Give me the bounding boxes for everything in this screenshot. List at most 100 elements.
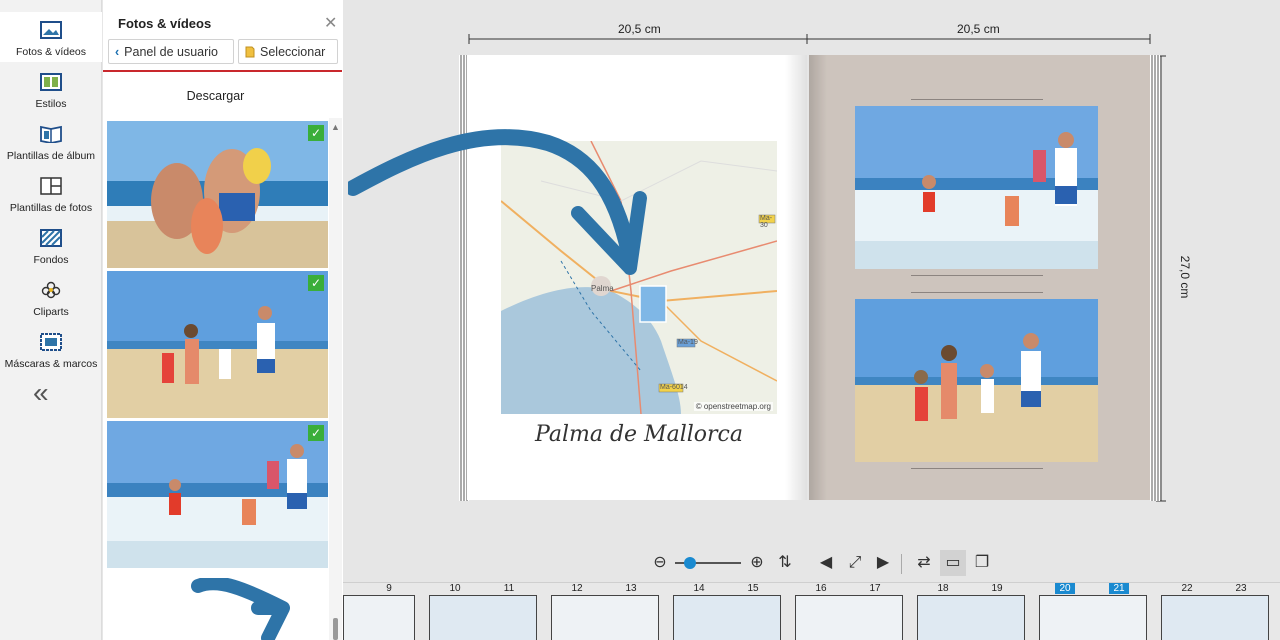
filmstrip-spread[interactable] [429, 595, 537, 640]
nav-item-photos[interactable]: Fotos & vídeos [0, 12, 102, 62]
page-number: 18 [937, 583, 949, 594]
map-road-label: Ma-19 [678, 339, 698, 346]
nav-item-styles[interactable]: Estilos [0, 64, 102, 114]
nav-label: Plantillas de fotos [9, 202, 93, 214]
nav-label: Máscaras & marcos [4, 358, 98, 370]
left-nav: Fotos & vídeos Estilos Plantillas de álb… [0, 0, 102, 640]
beach-photo-1 [107, 121, 328, 268]
divider-line [911, 99, 1043, 100]
page-number: 14 [693, 583, 705, 594]
next-page-icon[interactable]: ▶ [870, 550, 896, 576]
page-number: 20 [1055, 583, 1075, 594]
width-left-label: 20,5 cm [614, 22, 665, 36]
selected-check-icon: ✓ [308, 425, 324, 441]
filmstrip-spread[interactable] [795, 595, 903, 640]
page-number: 21 [1109, 583, 1129, 594]
filmstrip-spread[interactable] [917, 595, 1025, 640]
filmstrip-spread[interactable] [343, 595, 415, 640]
nav-item-masks-frames[interactable]: Máscaras & marcos [0, 324, 102, 374]
beach-photo-3 [107, 421, 328, 568]
select-label: Seleccionar [260, 44, 326, 59]
album-editor: 20,5 cm 20,5 cm 27,0 cm Palma Ma-30 Ma-1… [343, 0, 1280, 580]
nav-label: Fotos & vídeos [15, 46, 87, 58]
clipart-icon [41, 281, 61, 299]
nav-label: Plantillas de álbum [6, 150, 96, 162]
zoom-slider-handle[interactable] [684, 557, 696, 569]
filmstrip-spread[interactable] [1161, 595, 1269, 640]
map-road-label: Ma-6014 [660, 384, 688, 391]
filmstrip-spread[interactable] [1039, 595, 1147, 640]
ruler-icon[interactable]: ▭ [940, 550, 966, 576]
scrollbar-thumb[interactable] [333, 618, 338, 640]
nav-item-backgrounds[interactable]: Fondos [0, 220, 102, 270]
page-number: 19 [991, 583, 1003, 594]
arrow-illustration [348, 129, 647, 275]
background-icon [40, 229, 62, 247]
selected-check-icon: ✓ [308, 125, 324, 141]
scroll-up-icon[interactable]: ▲ [331, 122, 340, 132]
album-template-icon [40, 125, 62, 143]
spine-shadow [809, 55, 827, 500]
page-number: 17 [869, 583, 881, 594]
select-button[interactable]: Seleccionar [238, 39, 338, 64]
nav-label: Fondos [33, 254, 69, 266]
page-number: 15 [747, 583, 759, 594]
nav-item-cliparts[interactable]: Cliparts [0, 272, 102, 322]
close-icon[interactable]: ✕ [324, 13, 337, 33]
beach-photo-walk [855, 299, 1098, 462]
previous-page-icon[interactable]: ◀ [813, 550, 839, 576]
masks-frames-icon [40, 333, 62, 351]
swap-pages-icon[interactable]: ⇄ [911, 550, 937, 576]
page-caption[interactable]: Palma de Mallorca [501, 422, 777, 447]
filmstrip-spread[interactable] [673, 595, 781, 640]
divider-line [911, 275, 1043, 276]
beach-photo-splash [855, 106, 1098, 269]
nav-label: Cliparts [33, 306, 69, 318]
photo-thumbnail[interactable]: ✓ [107, 271, 328, 418]
width-dimension-lines [468, 34, 1151, 44]
progress-underline [103, 70, 342, 72]
map-road-label: Ma-30 [760, 215, 773, 229]
zoom-in-icon[interactable]: ⊕ [744, 550, 770, 576]
chevron-left-icon: ‹ [115, 44, 120, 59]
collapse-nav-button[interactable]: « [33, 379, 61, 407]
back-label: Panel de usuario [124, 44, 218, 59]
page-number: 13 [625, 583, 637, 594]
photo-thumbnail[interactable]: ✓ [107, 421, 328, 568]
right-photo-bottom[interactable] [855, 299, 1098, 462]
photos-panel: Fotos & vídeos ✕ ‹ Panel de usuario Sele… [103, 0, 343, 640]
arrow-illustration [191, 578, 290, 640]
toolbar-divider [901, 554, 902, 574]
width-right-label: 20,5 cm [953, 22, 1004, 36]
right-photo-top[interactable] [855, 106, 1098, 269]
move-page-icon[interactable]: ⇅ [772, 550, 798, 576]
height-label: 27,0 cm [1178, 247, 1192, 307]
page-number: 11 [503, 583, 515, 594]
fullscreen-icon[interactable]: ⤢ [842, 550, 868, 576]
back-to-dashboard-button[interactable]: ‹ Panel de usuario [108, 39, 234, 64]
page-filmstrip: 9 10 11 12 13 14 15 16 17 18 19 20 21 22 23 [343, 582, 1280, 640]
page-number: 9 [386, 583, 392, 594]
download-button[interactable]: Descargar [103, 89, 328, 103]
nav-item-album-templates[interactable]: Plantillas de álbum [0, 116, 102, 166]
layers-icon[interactable]: ❐ [969, 550, 995, 576]
selected-check-icon: ✓ [308, 275, 324, 291]
photo-icon [40, 21, 62, 39]
divider-line [911, 292, 1043, 293]
photo-thumbnail[interactable]: ✓ [107, 121, 328, 268]
beach-photo-2 [107, 271, 328, 418]
panel-scrollbar[interactable]: ▲ [329, 118, 342, 640]
nav-label: Estilos [35, 98, 67, 110]
page-number: 23 [1235, 583, 1247, 594]
page-number: 16 [815, 583, 827, 594]
zoom-out-icon[interactable]: ⊖ [647, 550, 673, 576]
page-number: 22 [1181, 583, 1193, 594]
spine-shadow [785, 55, 807, 500]
photo-template-icon [40, 177, 62, 195]
file-icon [245, 46, 255, 57]
nav-item-photo-templates[interactable]: Plantillas de fotos [0, 168, 102, 218]
page-number: 12 [571, 583, 583, 594]
divider-line [911, 468, 1043, 469]
page-edges-right [1150, 55, 1160, 501]
filmstrip-spread[interactable] [551, 595, 659, 640]
